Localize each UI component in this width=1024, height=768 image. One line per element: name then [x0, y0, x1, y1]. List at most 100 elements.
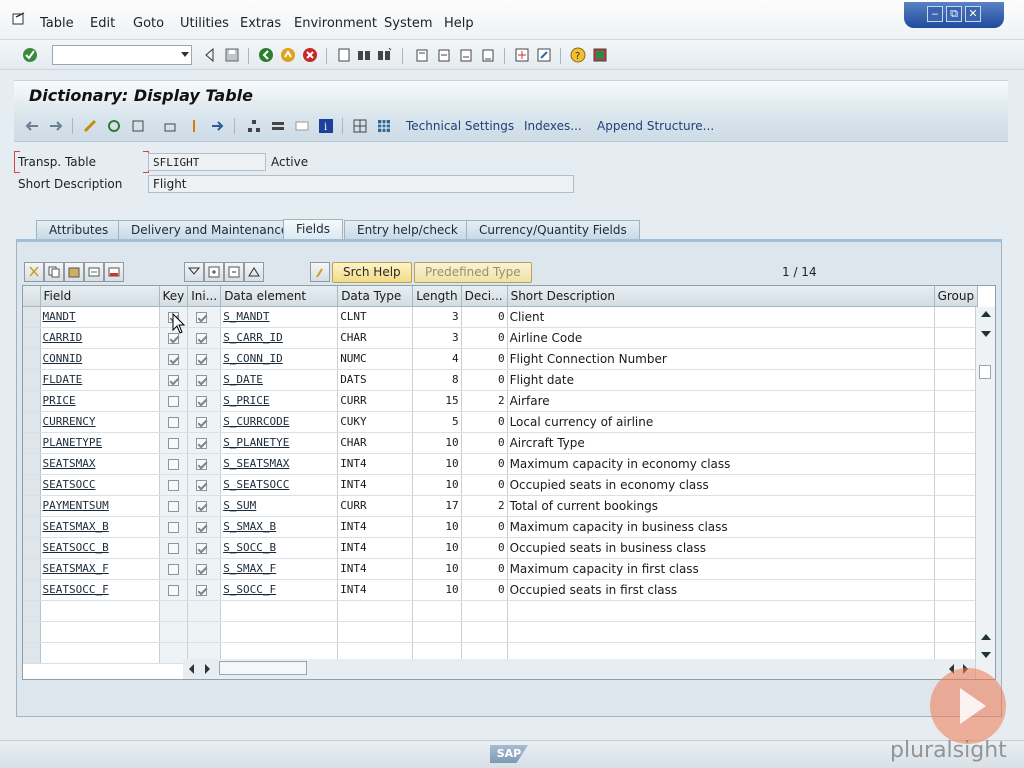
key-cell[interactable]	[159, 432, 189, 454]
new-session-icon[interactable]	[514, 47, 530, 63]
decimals-cell[interactable]: 2	[461, 495, 508, 517]
initial-cell[interactable]	[187, 579, 222, 601]
scroll-up-icon[interactable]	[981, 634, 991, 640]
decimals-cell[interactable]: 0	[461, 348, 508, 370]
last-page-icon[interactable]	[480, 47, 496, 63]
copy-button[interactable]	[44, 262, 64, 282]
initial-checkbox[interactable]	[196, 374, 208, 386]
key-checkbox[interactable]	[167, 416, 179, 428]
search-help-button[interactable]: Srch Help	[332, 262, 412, 283]
data-type-cell[interactable]: CHAR	[337, 327, 414, 349]
decimals-cell[interactable]: 0	[461, 537, 508, 559]
group-cell[interactable]	[934, 453, 979, 475]
group-cell[interactable]	[934, 327, 979, 349]
table-row[interactable]: SEATSOCC S_SEATSOCC INT4 10 0 Occupied seats …	[23, 474, 979, 496]
short-description-cell[interactable]: Maximum capacity in business class	[507, 516, 935, 538]
data-type-cell[interactable]: CHAR	[337, 432, 414, 454]
length-cell[interactable]	[412, 621, 462, 643]
key-cell[interactable]	[159, 474, 189, 496]
short-description-cell[interactable]: Local currency of airline	[507, 411, 935, 433]
close-icon[interactable]: ✕	[965, 6, 981, 22]
table-grid-icon[interactable]	[376, 118, 392, 134]
data-element-cell[interactable]: S_DATE	[220, 369, 339, 391]
data-element-cell[interactable]: S_SUM	[220, 495, 339, 517]
row-selector[interactable]	[23, 621, 41, 643]
initial-cell[interactable]	[187, 453, 222, 475]
table-row[interactable]: SEATSOCC_F S_SOCC_F INT4 10 0 Occupied seats …	[23, 579, 979, 601]
short-description-cell[interactable]: Maximum capacity in first class	[507, 558, 935, 580]
field-name[interactable]: PLANETYPE	[43, 436, 103, 449]
horizontal-scrollbar[interactable]	[183, 659, 975, 679]
data-type-cell[interactable]: CURR	[337, 495, 414, 517]
field-cell[interactable]: CARRID	[40, 327, 160, 349]
initial-cell[interactable]	[187, 411, 222, 433]
where-used-icon[interactable]	[186, 118, 202, 134]
table-row[interactable]: SEATSMAX S_SEATSMAX INT4 10 0 Maximum capacit…	[23, 453, 979, 475]
data-type-cell[interactable]: INT4	[337, 537, 414, 559]
data-element[interactable]: S_SUM	[223, 499, 256, 512]
table-name-field[interactable]: SFLIGHT	[148, 153, 266, 171]
decimals-cell[interactable]: 0	[461, 327, 508, 349]
decimals-cell[interactable]: 0	[461, 474, 508, 496]
initial-cell[interactable]	[187, 369, 222, 391]
length-cell[interactable]: 10	[412, 453, 462, 475]
row-selector[interactable]	[23, 348, 41, 370]
row-selector[interactable]	[23, 474, 41, 496]
key-checkbox[interactable]	[167, 353, 179, 365]
command-field[interactable]	[52, 45, 192, 65]
field-cell[interactable]: SEATSMAX	[40, 453, 160, 475]
initial-checkbox[interactable]	[196, 584, 208, 596]
expand-button[interactable]	[204, 262, 224, 282]
initial-checkbox[interactable]	[196, 500, 208, 512]
table-row[interactable]: CARRID S_CARR_ID CHAR 3 0 Airline Code	[23, 327, 979, 349]
column-header-field[interactable]: Field	[40, 286, 160, 307]
initial-checkbox[interactable]	[196, 521, 208, 533]
table-row[interactable]: MANDT S_MANDT CLNT 3 0 Client	[23, 306, 979, 328]
decimals-cell[interactable]: 0	[461, 432, 508, 454]
field-cell[interactable]: SEATSMAX_F	[40, 558, 160, 580]
data-element[interactable]: S_SEATSOCC	[223, 478, 289, 491]
other-object-icon[interactable]	[106, 118, 122, 134]
help-icon[interactable]: ?	[570, 47, 586, 63]
field-cell[interactable]	[40, 600, 160, 622]
column-header-data-element[interactable]: Data element	[220, 286, 339, 307]
key-cell[interactable]	[159, 516, 189, 538]
indexes-button[interactable]: Indexes...	[524, 119, 582, 133]
decimals-cell[interactable]: 0	[461, 558, 508, 580]
field-name[interactable]: SEATSMAX_B	[43, 520, 109, 533]
row-selector[interactable]	[23, 453, 41, 475]
key-cell[interactable]	[159, 537, 189, 559]
data-element-cell[interactable]	[220, 621, 339, 643]
next-page-icon[interactable]	[458, 47, 474, 63]
navigation-icon[interactable]	[270, 118, 286, 134]
length-cell[interactable]: 8	[412, 369, 462, 391]
key-help-button[interactable]	[310, 262, 330, 282]
scroll-left-icon[interactable]	[189, 664, 194, 674]
length-cell[interactable]	[412, 600, 462, 622]
activate-icon[interactable]	[162, 118, 178, 134]
group-cell[interactable]	[934, 579, 979, 601]
row-selector[interactable]	[23, 516, 41, 538]
column-header-data-type[interactable]: Data Type	[337, 286, 414, 307]
length-cell[interactable]: 10	[412, 537, 462, 559]
technical-settings-button[interactable]: Technical Settings	[406, 119, 514, 133]
key-cell[interactable]	[159, 495, 189, 517]
key-checkbox[interactable]	[167, 479, 179, 491]
initial-cell[interactable]	[187, 327, 222, 349]
field-cell[interactable]: SEATSMAX_B	[40, 516, 160, 538]
hierarchy-icon[interactable]	[246, 118, 262, 134]
data-element[interactable]: S_SMAX_F	[223, 562, 276, 575]
field-name[interactable]: SEATSMAX_F	[43, 562, 109, 575]
row-selector[interactable]	[23, 411, 41, 433]
initial-cell[interactable]	[187, 621, 222, 643]
decimals-cell[interactable]: 2	[461, 390, 508, 412]
key-checkbox[interactable]	[167, 542, 179, 554]
window-icon[interactable]	[294, 118, 310, 134]
previous-page-icon[interactable]	[436, 47, 452, 63]
short-description-cell[interactable]: Aircraft Type	[507, 432, 935, 454]
menu-extras[interactable]: Extras	[240, 16, 281, 31]
data-type-cell[interactable]: INT4	[337, 558, 414, 580]
row-selector[interactable]	[23, 600, 41, 622]
length-cell[interactable]: 10	[412, 432, 462, 454]
tab-currency-quantity-fields[interactable]: Currency/Quantity Fields	[466, 220, 640, 240]
